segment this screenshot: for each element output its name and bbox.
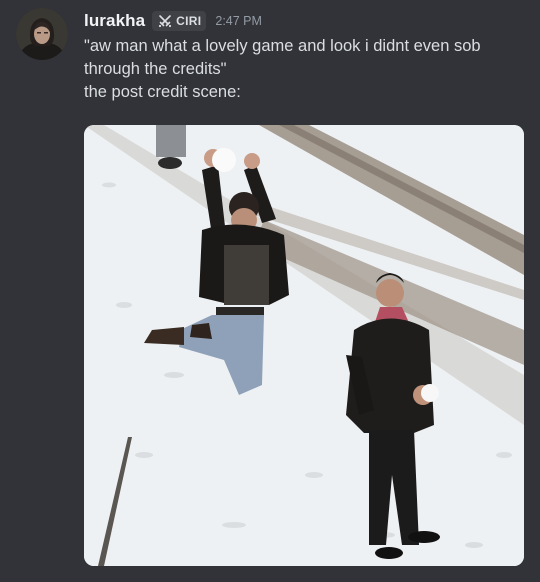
message-line: "aw man what a lovely game and look i di… <box>84 37 481 55</box>
message-timestamp[interactable]: 2:47 PM <box>215 14 262 28</box>
user-avatar[interactable] <box>16 8 68 60</box>
message-line: through the credits" <box>84 60 227 78</box>
message-content: "aw man what a lovely game and look i di… <box>84 35 524 104</box>
crossed-swords-icon <box>157 13 173 29</box>
chat-message: lurakha CIRI 2:47 PM "aw man what a love… <box>0 0 540 582</box>
message-header: lurakha CIRI 2:47 PM <box>84 9 262 33</box>
username[interactable]: lurakha <box>84 11 145 31</box>
message-line: the post credit scene: <box>84 83 241 101</box>
server-tag-badge[interactable]: CIRI <box>152 11 207 31</box>
server-tag-label: CIRI <box>176 14 202 28</box>
image-attachment[interactable] <box>84 125 524 566</box>
